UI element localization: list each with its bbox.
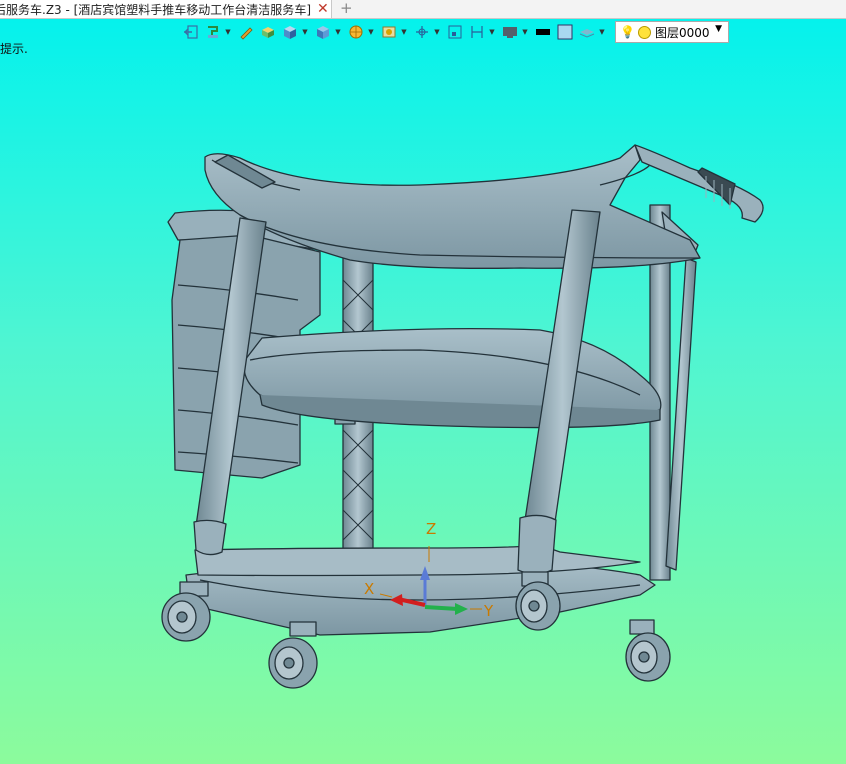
- caster-front-left: [161, 581, 211, 642]
- x-axis-label: X: [364, 580, 374, 598]
- z-axis-label: Z: [426, 520, 436, 538]
- middle-shelf: [243, 327, 662, 429]
- cart-model[interactable]: Z X Y: [0, 0, 846, 764]
- caster-rear-left: [268, 621, 318, 689]
- bottom-shelf: [185, 544, 656, 636]
- caster-rear-right: [625, 619, 671, 682]
- y-axis-label: Y: [483, 602, 494, 620]
